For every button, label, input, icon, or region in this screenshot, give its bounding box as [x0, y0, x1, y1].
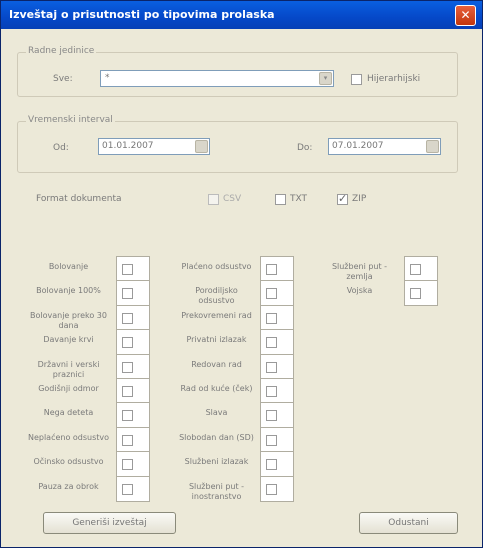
pass-type-cell [260, 280, 294, 307]
pass-type-label: Prekovremeni rad [181, 310, 252, 320]
pass-type-cell [404, 280, 438, 307]
pass-type-cell [260, 402, 294, 429]
pass-type-cell [260, 475, 294, 502]
pass-type-checkbox[interactable] [266, 459, 277, 471]
pass-type-checkbox[interactable] [122, 483, 133, 495]
pass-type-checkbox[interactable] [122, 386, 133, 397]
pass-type-checkbox[interactable] [266, 410, 277, 422]
pass-type-label: Državni i verski praznici [37, 359, 100, 379]
pass-type-checkbox[interactable] [266, 312, 277, 324]
pass-type-label: Slobodan dan (SD) [179, 432, 254, 442]
pass-type-cell [116, 329, 150, 356]
pass-type-label: Službeni izlazak [184, 457, 249, 467]
format-csv-checkbox[interactable] [208, 194, 219, 205]
pass-type-label: Vojska [346, 286, 373, 296]
pass-type-checkbox[interactable] [122, 434, 133, 446]
pass-type-checkbox[interactable] [410, 264, 421, 275]
pass-type-checkbox[interactable] [122, 264, 133, 275]
pass-type-label: Službeni put - inostranstvo [188, 481, 245, 501]
pass-type-checkbox[interactable] [266, 264, 277, 275]
format-csv-label: CSV [223, 194, 242, 204]
pass-type-cell [116, 451, 150, 478]
pass-type-cell [116, 256, 150, 282]
pass-type-checkbox[interactable] [122, 288, 133, 300]
pass-type-checkbox[interactable] [266, 288, 277, 300]
pass-type-label: Privatni izlazak [186, 335, 247, 345]
pass-type-cell [260, 451, 294, 478]
calendar-icon[interactable] [426, 140, 439, 153]
pass-type-checkbox[interactable] [266, 483, 277, 495]
pass-type-label: Bolovanje 100% [36, 286, 101, 296]
pass-type-checkbox[interactable] [122, 312, 133, 324]
to-date-input[interactable]: 07.01.2007 [328, 138, 441, 155]
pass-type-label: Nega deteta [43, 408, 94, 418]
pass-type-cell [260, 426, 294, 453]
from-date-input[interactable]: 01.01.2007 [98, 138, 210, 155]
pass-type-label: Slava [205, 408, 228, 418]
format-txt-label: TXT [290, 194, 308, 204]
format-txt-checkbox[interactable] [275, 194, 286, 205]
window-title: Izveštaj o prisutnosti po tipovima prola… [9, 8, 275, 21]
pass-type-label: Bolovanje preko 30 dana [30, 310, 107, 330]
pass-type-cell [260, 378, 294, 404]
pass-type-checkbox[interactable] [122, 337, 133, 349]
cancel-button[interactable]: Odustani [359, 512, 458, 534]
pass-type-cell [260, 256, 294, 282]
chevron-down-icon[interactable]: ▾ [319, 72, 332, 85]
org-unit-dropdown[interactable]: * ▾ [100, 70, 334, 87]
pass-type-label: Očinsko odsustvo [33, 457, 104, 467]
format-zip-label: ZIP [352, 194, 367, 204]
pass-type-checkbox[interactable] [122, 459, 133, 471]
pass-type-cell [260, 329, 294, 356]
pass-type-cell [116, 304, 150, 331]
hierarchical-label: Hijerarhijski [367, 74, 421, 84]
org-unit-value: * [105, 73, 110, 83]
pass-type-cell [116, 353, 150, 380]
pass-type-cell [404, 256, 438, 282]
pass-type-checkbox[interactable] [266, 337, 277, 349]
pass-type-label: Rad od kuće (ček) [180, 384, 253, 393]
report-window: Izveštaj o prisutnosti po tipovima prola… [0, 0, 483, 548]
pass-type-checkbox[interactable] [266, 386, 277, 397]
from-date-value: 01.01.2007 [102, 141, 154, 151]
pass-type-label: Godišnji odmor [38, 384, 99, 393]
doc-format-label: Format dokumenta [36, 194, 122, 204]
pass-type-cell [116, 426, 150, 453]
org-unit-label: Sve: [53, 74, 73, 84]
pass-type-cell [116, 280, 150, 307]
pass-type-checkbox[interactable] [266, 434, 277, 446]
pass-type-label: Bolovanje [48, 262, 89, 271]
pass-type-checkbox[interactable] [122, 410, 133, 422]
pass-type-cell [116, 402, 150, 429]
pass-type-label: Službeni put - zemlja [331, 262, 388, 281]
pass-type-label: Davanje krvi [43, 335, 94, 345]
pass-type-checkbox[interactable] [122, 361, 133, 373]
pass-type-label: Plaćeno odsustvo [181, 262, 252, 271]
to-date-value: 07.01.2007 [332, 141, 384, 151]
to-label: Do: [297, 143, 313, 153]
close-icon[interactable]: ✕ [455, 5, 476, 26]
format-zip-checkbox[interactable] [337, 192, 348, 205]
title-bar: Izveštaj o prisutnosti po tipovima prola… [1, 1, 482, 29]
calendar-icon[interactable] [195, 140, 208, 153]
pass-type-label: Redovan rad [191, 359, 242, 369]
pass-type-cell [116, 475, 150, 502]
pass-type-cell [116, 378, 150, 404]
pass-type-cell [260, 304, 294, 331]
pass-type-label: Porodiljsko odsustvo [195, 286, 238, 306]
pass-type-label: Pauza za obrok [38, 481, 99, 491]
pass-type-checkbox[interactable] [410, 288, 421, 300]
from-label: Od: [53, 143, 69, 153]
pass-type-cell [260, 353, 294, 380]
hierarchical-checkbox[interactable] [351, 74, 362, 85]
pass-type-checkbox[interactable] [266, 361, 277, 373]
generate-report-button[interactable]: Generiši izveštaj [43, 512, 176, 534]
org-unit-legend: Radne jedinice [26, 46, 97, 56]
pass-type-label: Neplaćeno odsustvo [27, 432, 110, 442]
time-interval-legend: Vremenski interval [26, 115, 115, 125]
